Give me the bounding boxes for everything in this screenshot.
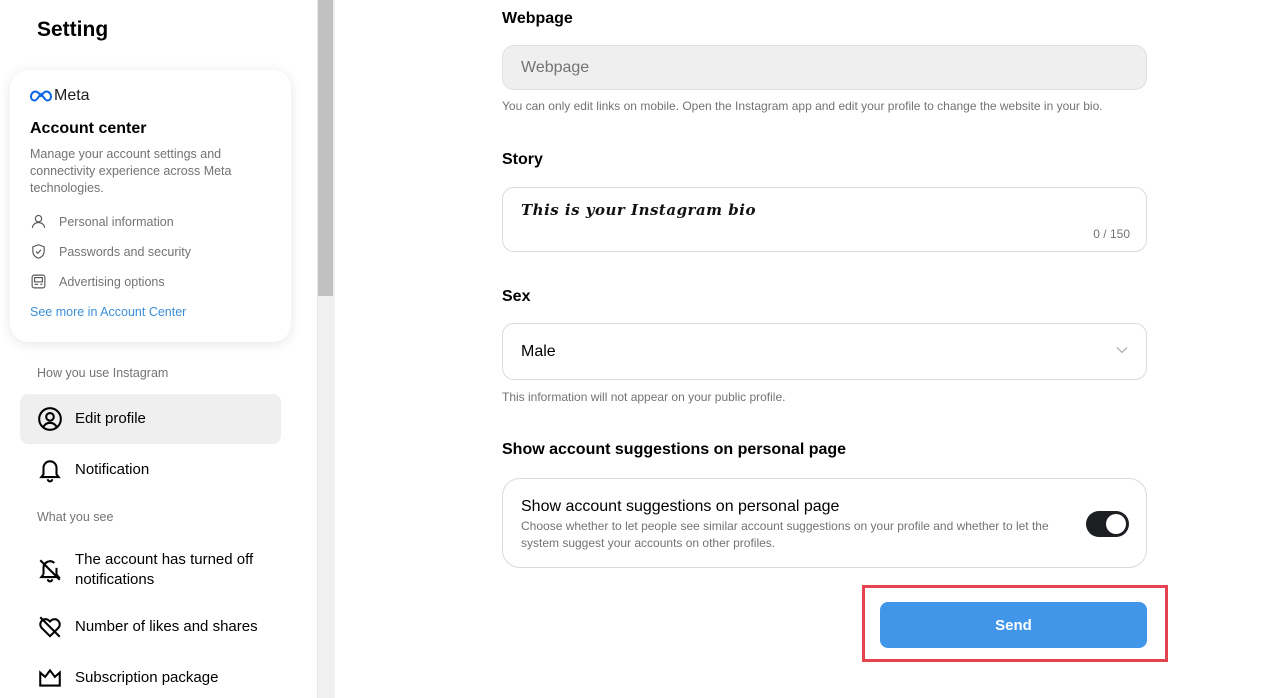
meta-logo: Meta: [30, 87, 90, 105]
edit-profile-form: Webpage Webpage You can only edit links …: [335, 0, 1280, 698]
send-button[interactable]: Send: [880, 602, 1147, 648]
webpage-label: Webpage: [502, 10, 573, 27]
story-textarea[interactable]: This is your Instagram bio 0 / 150: [502, 187, 1147, 252]
sidebar-item-notification[interactable]: Notification: [20, 445, 281, 495]
suggestions-description: Choose whether to let people see similar…: [521, 519, 1049, 550]
webpage-input[interactable]: Webpage: [502, 45, 1147, 90]
suggestions-title: Show account suggestions on personal pag…: [521, 498, 840, 515]
sex-selected-value: Male: [521, 343, 556, 360]
sidebar-item-label: The account has turned off notifications: [75, 551, 254, 588]
sidebar-title: Setting: [37, 18, 109, 41]
story-char-counter: 0 / 150: [1093, 227, 1130, 241]
suggestions-toggle[interactable]: [1086, 511, 1129, 537]
bell-icon: [39, 460, 61, 483]
account-item-label: Personal information: [59, 214, 174, 229]
heart-off-icon: [39, 616, 61, 638]
suggestions-card: Show account suggestions on personal pag…: [502, 478, 1147, 568]
account-center-description: Manage your account settings and connect…: [30, 147, 232, 195]
sidebar-item-subscription[interactable]: Subscription package: [20, 653, 281, 698]
sidebar-item-label: Edit profile: [75, 410, 146, 427]
sidebar-item-notifications-off[interactable]: The account has turned off notifications: [20, 545, 281, 595]
person-icon: [31, 214, 46, 228]
crown-icon: [39, 668, 61, 687]
sex-helper-text: This information will not appear on your…: [502, 390, 786, 404]
shield-check-icon: [32, 244, 45, 259]
meta-infinity-icon: [30, 90, 52, 102]
story-value: This is your Instagram bio: [521, 201, 756, 219]
account-item-personal-information[interactable]: Personal information: [30, 213, 174, 230]
sex-label: Sex: [502, 288, 531, 305]
webpage-placeholder: Webpage: [521, 59, 590, 76]
chevron-down-icon: [1116, 347, 1128, 354]
section-label-how-you-use: How you use Instagram: [37, 366, 169, 380]
account-center-title: Account center: [30, 120, 147, 137]
account-item-passwords-security[interactable]: Passwords and security: [30, 243, 191, 260]
sex-select[interactable]: Male: [502, 323, 1147, 380]
settings-page: Setting Meta Account center Manage your …: [0, 0, 1280, 698]
account-item-label: Advertising options: [59, 274, 165, 289]
section-label-what-you-see: What you see: [37, 510, 114, 524]
bell-off-icon: [39, 559, 61, 583]
sidebar-scrollbar-thumb[interactable]: [318, 0, 333, 296]
toggle-knob: [1106, 514, 1126, 534]
suggestions-section-label: Show account suggestions on personal pag…: [502, 441, 847, 458]
see-more-account-center-link[interactable]: See more in Account Center: [30, 305, 186, 319]
story-label: Story: [502, 151, 543, 168]
account-item-label: Passwords and security: [59, 244, 192, 259]
sidebar-item-likes-shares[interactable]: Number of likes and shares: [20, 602, 281, 652]
ad-icon: [31, 274, 46, 289]
webpage-helper-text: You can only edit links on mobile. Open …: [502, 99, 1103, 113]
sidebar-item-label: Number of likes and shares: [75, 618, 258, 635]
sidebar-item-edit-profile[interactable]: Edit profile: [20, 394, 281, 444]
meta-brand-text: Meta: [54, 87, 90, 104]
sidebar-item-label: Notification: [75, 461, 150, 478]
profile-circle-icon: [38, 407, 62, 431]
account-item-advertising-options[interactable]: Advertising options: [30, 273, 165, 290]
account-center-card: Meta Account center Manage your account …: [10, 70, 291, 342]
sidebar-item-label: Subscription package: [75, 669, 219, 686]
sidebar: Setting Meta Account center Manage your …: [0, 0, 317, 698]
